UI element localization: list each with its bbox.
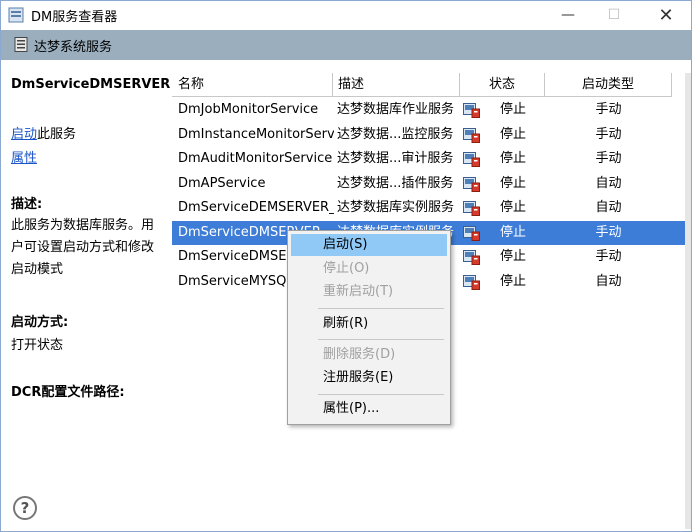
table-row[interactable]: DmServiceDEMSERVER_5...达梦数据库实例服务 停止 自动 (172, 196, 685, 220)
header-title: 达梦系统服务 (34, 40, 113, 55)
dcr-path-label: DCR配置文件路径: (11, 385, 125, 400)
start-service-action: 启动此服务 (11, 123, 76, 142)
service-icon (463, 274, 480, 290)
properties-link[interactable]: 属性 (11, 151, 37, 166)
service-name-cell: DmInstanceMonitorServi... (178, 126, 334, 142)
service-status-cell: 停止 (500, 175, 527, 191)
service-status-cell: 停止 (500, 224, 527, 240)
header-band: 达梦系统服务 (1, 30, 691, 60)
start-suffix: 此服务 (37, 127, 77, 142)
service-icon (463, 249, 480, 265)
service-type-cell: 手动 (595, 102, 622, 117)
service-desc-cell: 达梦数据...插件服务 (337, 175, 454, 191)
window-title: DM服务查看器 (31, 10, 118, 25)
service-type-cell: 自动 (595, 200, 622, 215)
service-icon (463, 127, 480, 143)
table-row[interactable]: DmJobMonitorService 达梦数据库作业服务 停止 手动 (172, 98, 685, 122)
services-icon (14, 37, 28, 52)
menu-item-refresh[interactable]: 刷新(R) (291, 313, 447, 335)
service-type-cell: 手动 (595, 249, 622, 264)
service-name-cell: DmServiceDEMSERVER_5... (178, 200, 334, 215)
service-type-cell: 手动 (595, 126, 622, 142)
menu-separator (318, 339, 444, 340)
service-type-cell: 自动 (595, 273, 622, 289)
service-status-cell: 停止 (500, 200, 527, 215)
menu-item-stop[interactable]: 停止(O) (291, 258, 447, 280)
selected-service-name: DmServiceDMSERVER (11, 77, 171, 92)
vertical-scrollbar[interactable] (685, 73, 691, 529)
description-label: 描述: (11, 197, 43, 212)
service-icon (463, 102, 480, 118)
service-icon (463, 200, 480, 216)
service-type-cell: 手动 (595, 224, 622, 240)
table-row[interactable]: DmAuditMonitorService 达梦数据...审计服务 停止 手动 (172, 147, 685, 171)
column-header-status[interactable]: 状态 (460, 73, 545, 97)
details-pane: DmServiceDMSERVER 启动此服务 属性 描述: 此服务为数据库服务… (1, 60, 172, 531)
service-status-cell: 停止 (500, 249, 527, 264)
service-name-cell: DmAuditMonitorService (178, 151, 333, 166)
column-header-type[interactable]: 启动类型 (545, 73, 672, 97)
table-row[interactable]: DmAPService 达梦数据...插件服务 停止 自动 (172, 172, 685, 196)
menu-separator (318, 394, 444, 395)
service-status-cell: 停止 (500, 126, 527, 142)
description-text: 此服务为数据库服务。用户可设置启动方式和修改启动模式 (11, 218, 155, 277)
service-status-cell: 停止 (500, 102, 527, 117)
service-desc-cell: 达梦数据库作业服务 (337, 102, 455, 117)
service-icon (463, 225, 480, 241)
startup-label: 启动方式: (11, 315, 69, 330)
service-viewer-window: DM服务查看器 — ☐ ✕ 达梦系统服务 DmServiceDMSERVER 启… (0, 0, 692, 532)
column-header-name[interactable]: 名称 (172, 73, 333, 97)
menu-item-delete[interactable]: 删除服务(D) (291, 344, 447, 366)
start-link[interactable]: 启动 (11, 127, 37, 142)
menu-item-start[interactable]: 启动(S) (291, 234, 447, 256)
service-name-cell: DmJobMonitorService (178, 102, 319, 117)
startup-value: 打开状态 (11, 338, 64, 353)
service-type-cell: 手动 (595, 151, 622, 166)
menu-item-properties[interactable]: 属性(P)... (291, 398, 447, 420)
service-status-cell: 停止 (500, 151, 527, 166)
service-name-cell: DmAPService (178, 175, 266, 191)
title-bar: DM服务查看器 — ☐ ✕ (1, 1, 691, 30)
column-header-desc[interactable]: 描述 (333, 73, 460, 97)
app-icon (8, 7, 24, 23)
service-icon (463, 176, 480, 192)
menu-separator (318, 308, 444, 309)
close-button[interactable]: ✕ (643, 1, 689, 30)
service-type-cell: 自动 (595, 175, 622, 191)
maximize-button[interactable]: ☐ (591, 1, 637, 30)
help-icon[interactable]: ? (13, 496, 37, 520)
service-icon (463, 151, 480, 167)
menu-item-register[interactable]: 注册服务(E) (291, 367, 447, 389)
service-status-cell: 停止 (500, 273, 527, 289)
minimize-button[interactable]: — (545, 1, 591, 30)
menu-item-restart[interactable]: 重新启动(T) (291, 281, 447, 303)
service-desc-cell: 达梦数据...审计服务 (337, 151, 454, 166)
table-row[interactable]: DmInstanceMonitorServi... 达梦数据...监控服务 停止 手动 (172, 123, 685, 147)
context-menu: 启动(S) 停止(O) 重新启动(T) 刷新(R) 删除服务(D) 注册服务(E… (287, 230, 451, 425)
properties-action: 属性 (11, 147, 37, 166)
service-desc-cell: 达梦数据库实例服务 (337, 200, 455, 215)
service-desc-cell: 达梦数据...监控服务 (337, 126, 454, 142)
